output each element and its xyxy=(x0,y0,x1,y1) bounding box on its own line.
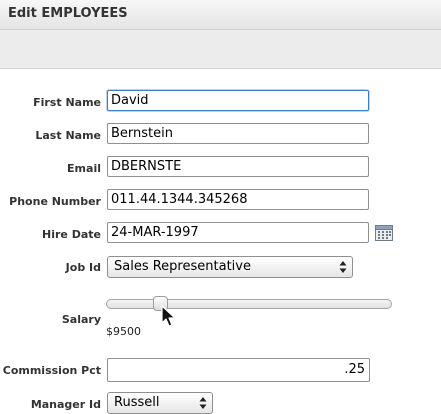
first-name-field[interactable]: David xyxy=(107,90,369,111)
job-id-label: Job Id xyxy=(65,261,101,274)
window-titlebar: Edit EMPLOYEES xyxy=(0,0,441,30)
mouse-pointer-icon xyxy=(161,305,176,327)
phone-number-field[interactable]: 011.44.1344.345268 xyxy=(107,189,369,210)
salary-value: $9500 xyxy=(106,325,141,338)
email-label: Email xyxy=(67,162,101,175)
toolbar xyxy=(0,30,441,69)
last-name-field[interactable]: Bernstein xyxy=(107,123,369,144)
commission-pct-field[interactable]: .25 xyxy=(107,358,370,382)
last-name-label: Last Name xyxy=(35,129,101,142)
job-id-value: Sales Representative xyxy=(114,259,251,274)
manager-id-label: Manager Id xyxy=(30,398,101,411)
window-title: Edit EMPLOYEES xyxy=(8,6,128,21)
up-down-arrows-icon xyxy=(199,397,207,409)
salary-label: Salary xyxy=(61,313,101,326)
first-name-label: First Name xyxy=(33,96,101,109)
manager-id-value: Russell xyxy=(114,395,160,410)
up-down-arrows-icon xyxy=(339,261,347,273)
hire-date-field[interactable]: 24-MAR-1997 xyxy=(107,222,369,243)
manager-id-select[interactable]: Russell xyxy=(107,392,213,414)
calendar-icon[interactable] xyxy=(375,224,393,241)
job-id-select[interactable]: Sales Representative xyxy=(107,256,353,278)
hire-date-label: Hire Date xyxy=(42,228,101,241)
salary-slider-track[interactable] xyxy=(106,299,392,309)
phone-number-label: Phone Number xyxy=(9,195,101,208)
commission-pct-label: Commission Pct xyxy=(2,364,101,377)
email-field[interactable]: DBERNSTE xyxy=(107,156,369,177)
